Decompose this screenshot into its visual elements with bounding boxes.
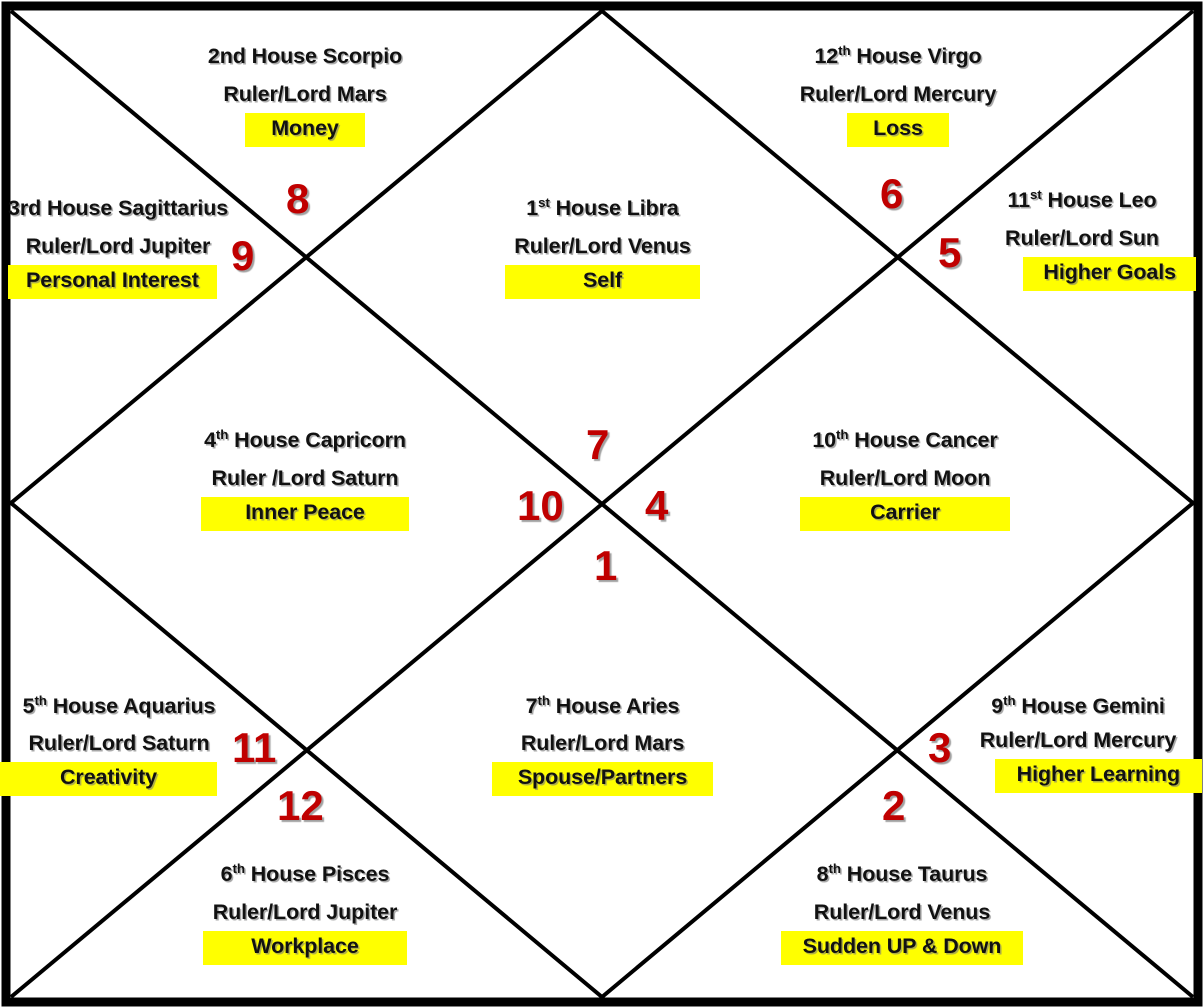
house-ruler-5: Ruler/Lord Saturn	[28, 730, 210, 755]
house-block-9: 9th House Gemini Ruler/Lord Mercury High…	[960, 692, 1202, 793]
house-title-6: 6th House Pisces	[220, 860, 390, 886]
house-block-11: 11st House Leo Ruler/Lord Sun Higher Goa…	[968, 186, 1196, 291]
house-title-8: 8th House Taurus	[816, 860, 988, 886]
house-keyword-2: Money	[245, 113, 365, 147]
house-title-11: 11st House Leo	[1007, 186, 1157, 212]
house-ruler-2: Ruler/Lord Mars	[223, 81, 387, 106]
birth-chart-canvas: 2nd House Scorpio Ruler/Lord Mars Money …	[0, 0, 1204, 1008]
house-keyword-9: Higher Learning	[994, 759, 1202, 793]
house-block-10: 10th House Cancer Ruler/Lord Moon Carrie…	[760, 426, 1050, 531]
house-keyword-10: Carrier	[800, 497, 1010, 531]
house-number-3: 3	[928, 724, 952, 771]
house-keyword-5: Creativity	[0, 762, 217, 796]
house-keyword-4: Inner Peace	[201, 497, 409, 531]
house-title-2: 2nd House Scorpio	[207, 44, 403, 68]
house-ruler-10: Ruler/Lord Moon	[819, 465, 991, 490]
house-keyword-12: Loss	[847, 113, 949, 147]
house-block-7: 7th House Aries Ruler/Lord Mars Spouse/P…	[455, 692, 750, 796]
house-number-8: 8	[286, 175, 310, 222]
house-title-9: 9th House Gemini	[991, 692, 1165, 718]
house-keyword-3: Personal Interest	[8, 265, 217, 299]
house-block-12: 12th House Virgo Ruler/Lord Mercury Loss	[753, 42, 1043, 147]
house-number-7: 7	[586, 421, 610, 468]
house-ruler-11: Ruler/Lord Sun	[1005, 225, 1159, 250]
house-keyword-11: Higher Goals	[1023, 257, 1196, 291]
house-title-10: 10th House Cancer	[812, 426, 998, 452]
house-number-10: 10	[517, 482, 564, 529]
house-ruler-4: Ruler /Lord Saturn	[211, 465, 399, 490]
house-block-2: 2nd House Scorpio Ruler/Lord Mars Money	[160, 44, 450, 147]
house-ruler-6: Ruler/Lord Jupiter	[212, 899, 398, 924]
house-title-3: 3rd House Sagittarius	[8, 196, 229, 220]
house-block-3: 3rd House Sagittarius Ruler/Lord Jupiter…	[8, 196, 229, 299]
house-ruler-8: Ruler/Lord Venus	[813, 899, 991, 924]
house-number-12: 12	[277, 782, 324, 829]
house-title-7: 7th House Aries	[525, 692, 680, 718]
house-number-4: 4	[645, 482, 669, 529]
house-keyword-6: Workplace	[203, 931, 407, 965]
house-block-8: 8th House Taurus Ruler/Lord Venus Sudden…	[757, 860, 1047, 965]
house-keyword-7: Spouse/Partners	[491, 762, 714, 796]
house-ruler-1: Ruler/Lord Venus	[514, 233, 691, 258]
house-keyword-1: Self	[504, 265, 701, 299]
house-number-6: 6	[880, 170, 904, 217]
house-number-5: 5	[938, 229, 962, 276]
house-block-6: 6th House Pisces Ruler/Lord Jupiter Work…	[160, 860, 450, 965]
house-ruler-9: Ruler/Lord Mercury	[979, 727, 1177, 752]
house-number-1: 1	[594, 542, 618, 589]
house-title-1: 1st House Libra	[526, 194, 679, 220]
house-block-4: 4th House Capricorn Ruler /Lord Saturn I…	[160, 426, 450, 531]
house-number-2: 2	[882, 782, 906, 829]
house-title-5: 5th House Aquarius	[22, 692, 216, 718]
house-number-11: 11	[232, 724, 277, 771]
house-ruler-7: Ruler/Lord Mars	[520, 730, 685, 755]
house-block-1: 1st House Libra Ruler/Lord Venus Self	[455, 194, 750, 299]
house-keyword-8: Sudden UP & Down	[780, 931, 1024, 965]
house-title-4: 4th House Capricorn	[204, 426, 406, 452]
house-title-12: 12th House Virgo	[814, 42, 982, 68]
house-block-5: 5th House Aquarius Ruler/Lord Saturn Cre…	[0, 692, 230, 796]
house-number-9: 9	[231, 232, 255, 279]
house-ruler-3: Ruler/Lord Jupiter	[25, 233, 211, 258]
house-ruler-12: Ruler/Lord Mercury	[799, 81, 997, 106]
